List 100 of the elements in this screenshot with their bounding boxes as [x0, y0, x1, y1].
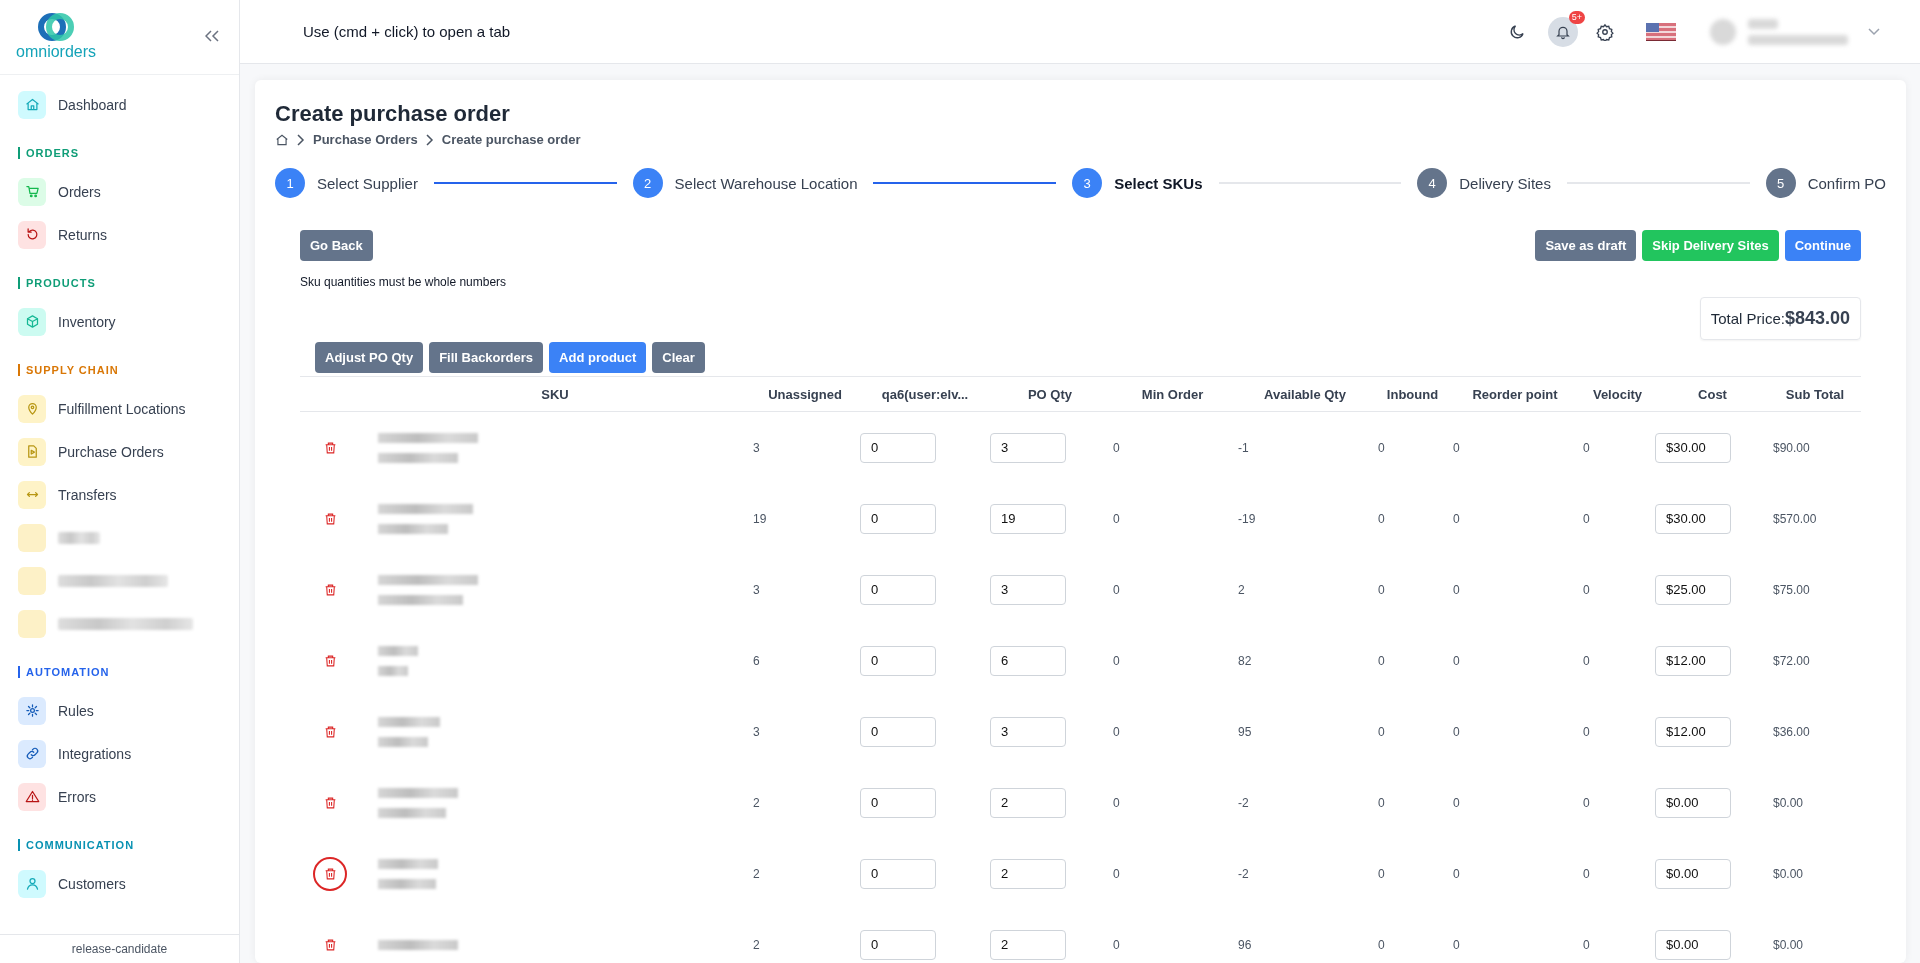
- table-cell-text: $75.00: [1772, 582, 1810, 597]
- trash-icon: [323, 724, 337, 739]
- blurred-text: [378, 665, 408, 676]
- table-cell-text: -1: [1237, 440, 1249, 455]
- delete-button[interactable]: [313, 856, 347, 891]
- table-cell-text: 0: [1112, 653, 1120, 668]
- trash-icon: [323, 937, 337, 952]
- section-heading: SUPPLY CHAIN: [18, 364, 119, 376]
- sidebar-item[interactable]: Fulfillment Locations: [58, 400, 186, 417]
- table-cell-text: 0: [1112, 866, 1120, 881]
- input-field[interactable]: 2: [990, 787, 1066, 818]
- input-field[interactable]: 0: [860, 432, 936, 463]
- step-number: 5: [1765, 168, 1796, 198]
- input-field[interactable]: $12.00: [1655, 716, 1731, 747]
- trash-icon: [323, 866, 337, 881]
- table-button[interactable]: Add product: [549, 342, 647, 373]
- input-field[interactable]: 0: [860, 503, 936, 534]
- sidebar-item[interactable]: Orders: [58, 183, 101, 200]
- sidebar-item[interactable]: Integrations: [58, 745, 132, 762]
- table-cell-text: 0: [1377, 724, 1385, 739]
- breadcrumb-current: Create purchase order: [441, 132, 581, 147]
- table-cell-text: -2: [1237, 866, 1249, 881]
- breadcrumb-link[interactable]: Purchase Orders: [313, 132, 418, 147]
- sidebar-item[interactable]: Transfers: [58, 486, 117, 503]
- trash-icon: [323, 582, 337, 597]
- home-icon[interactable]: [275, 132, 289, 147]
- trash-icon: [323, 511, 337, 526]
- table-cell-text: 0: [1582, 866, 1590, 881]
- table-cell-text: 0: [1112, 724, 1120, 739]
- table-cell-text: 0: [1452, 795, 1460, 810]
- input-field[interactable]: 0: [860, 787, 936, 818]
- input-field[interactable]: 2: [990, 929, 1066, 960]
- chevron-right-icon: [425, 133, 434, 146]
- step-number: 1: [275, 168, 305, 198]
- chevron-right-icon: [297, 133, 305, 146]
- sidebar-item[interactable]: Customers: [58, 875, 126, 892]
- table-cell-text: 82: [1237, 653, 1252, 668]
- table-cell-text: -2: [1237, 795, 1249, 810]
- input-field[interactable]: 6: [990, 645, 1066, 676]
- step-label: Select SKUs: [1114, 174, 1203, 192]
- input-field[interactable]: 3: [990, 716, 1066, 747]
- column-header: Available Qty: [1263, 386, 1347, 402]
- table-cell-text: 0: [1112, 795, 1120, 810]
- column-header: Cost: [1697, 386, 1728, 402]
- table-cell-text: 2: [752, 866, 760, 881]
- input-field[interactable]: 3: [990, 432, 1066, 463]
- go-back-button[interactable]: Go Back: [300, 230, 373, 261]
- step-label: Delivery Sites: [1459, 174, 1551, 192]
- table-button[interactable]: Clear: [652, 342, 705, 373]
- input-field[interactable]: 0: [860, 929, 936, 960]
- input-field[interactable]: $0.00: [1655, 858, 1731, 889]
- section-heading: ORDERS: [18, 147, 80, 159]
- input-field[interactable]: 0: [860, 574, 936, 605]
- input-field[interactable]: $0.00: [1655, 929, 1731, 960]
- sidebar-item[interactable]: Purchase Orders: [58, 443, 164, 460]
- table-cell-text: 0: [1377, 795, 1385, 810]
- table-cell-text: 0: [1452, 653, 1460, 668]
- blurred-text: [378, 878, 436, 889]
- input-field[interactable]: 2: [990, 858, 1066, 889]
- input-field[interactable]: 3: [990, 574, 1066, 605]
- sidebar-item[interactable]: Returns: [58, 226, 108, 243]
- table-cell-text: 3: [752, 440, 760, 455]
- page-title: Create purchase order: [275, 100, 511, 128]
- input-field[interactable]: $25.00: [1655, 574, 1731, 605]
- table-cell-text: 0: [1452, 440, 1460, 455]
- table-cell-text: 0: [1582, 653, 1590, 668]
- us-flag-icon[interactable]: [1646, 22, 1676, 41]
- chevron-down-icon[interactable]: [1868, 27, 1880, 36]
- sidebar-item[interactable]: Errors: [58, 788, 97, 805]
- table-cell-text: 19: [752, 511, 767, 526]
- table-cell-text: 0: [1582, 724, 1590, 739]
- sidebar-item[interactable]: Rules: [58, 702, 94, 719]
- input-field[interactable]: $0.00: [1655, 787, 1731, 818]
- input-field[interactable]: $30.00: [1655, 503, 1731, 534]
- table-cell-text: 0: [1377, 653, 1385, 668]
- input-field[interactable]: $30.00: [1655, 432, 1731, 463]
- table-cell-text: 0: [1377, 582, 1385, 597]
- input-field[interactable]: 0: [860, 645, 936, 676]
- table-cell-text: $90.00: [1772, 440, 1810, 455]
- table-cell-text: 0: [1582, 511, 1590, 526]
- input-field[interactable]: 0: [860, 716, 936, 747]
- input-field[interactable]: 0: [860, 858, 936, 889]
- table-cell-text: $0.00: [1772, 937, 1804, 952]
- table-button[interactable]: Fill Backorders: [429, 342, 544, 373]
- action-button[interactable]: Save as draft: [1535, 230, 1637, 261]
- input-field[interactable]: $12.00: [1655, 645, 1731, 676]
- table-cell-text: 0: [1377, 866, 1385, 881]
- trash-icon: [323, 653, 337, 668]
- table-cell-text: $0.00: [1772, 866, 1804, 881]
- action-button[interactable]: Continue: [1784, 230, 1861, 261]
- column-header: Velocity: [1591, 386, 1644, 402]
- table-cell-text: $36.00: [1772, 724, 1810, 739]
- sidebar-item[interactable]: Inventory: [58, 313, 116, 330]
- settings-button[interactable]: [1596, 22, 1614, 41]
- logo-icon: [37, 13, 75, 41]
- table-cell-text: 0: [1582, 937, 1590, 952]
- sidebar-item[interactable]: Dashboard: [58, 96, 127, 113]
- table-button[interactable]: Adjust PO Qty: [315, 342, 424, 373]
- input-field[interactable]: 19: [990, 503, 1066, 534]
- blurred-text: [378, 858, 438, 869]
